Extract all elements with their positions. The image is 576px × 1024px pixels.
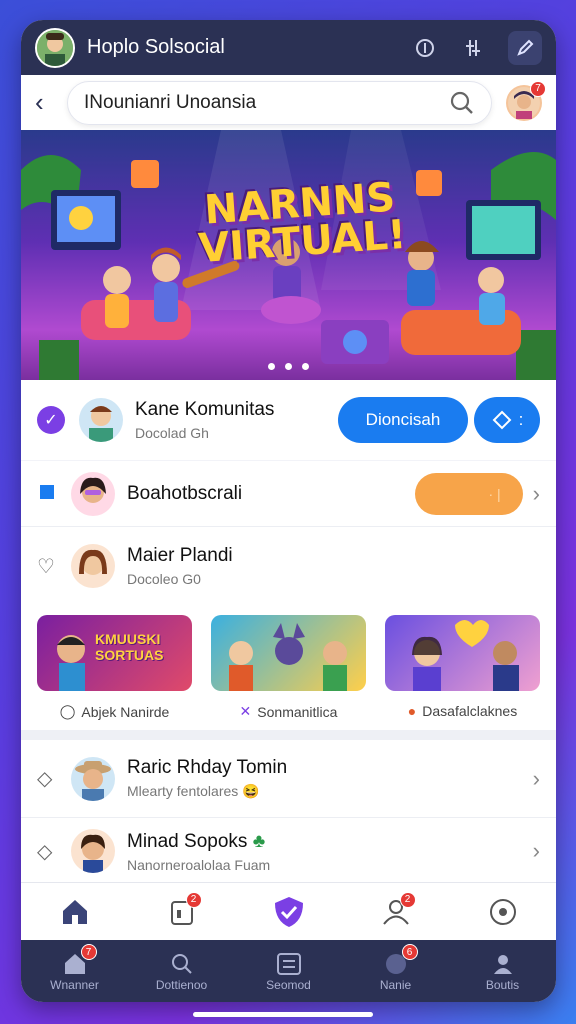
more-dots: : [518,410,524,429]
thumbnail-image [385,615,540,691]
thumbnail-image: KMUUSKI SORTUAS [37,615,192,691]
search-icon [170,950,194,978]
member-name: Maier Plandi [127,545,233,566]
dock-label: Wnanner [50,978,99,992]
share-button[interactable]: : [474,397,540,443]
dock-item-menu[interactable]: Seomod [249,950,329,992]
dock-item-home[interactable]: 7 Wnanner [35,944,115,992]
app-title: Hoplo Solsocial [87,36,225,58]
settings-icon[interactable] [483,892,523,932]
member-name: Minad Sopoks ♣ [127,831,266,852]
member-sub: Mlearty fentolares 😆 [127,783,260,799]
tag-icon: ◇ [37,840,53,863]
emoji-icon: 😆 [242,783,260,799]
thumbnail-title: KMUUSKI SORTUAS [95,631,164,663]
list-item[interactable]: ◇ Raric Rhday Tomin Mlearty fentolares 😆… [21,740,556,818]
notification-badge: 7 [530,80,546,97]
info-icon[interactable] [412,35,438,61]
notification-badge: 2 [185,891,202,908]
system-dock: 7 Wnanner Dottienoo Seomod 6 Nanie Bouti… [21,940,556,1002]
tag-icon: ◇ [37,768,53,790]
member-sub: Docoleo G0 [127,571,201,587]
back-arrow-icon[interactable]: ‹ [35,87,63,118]
edit-icon[interactable] [508,30,542,65]
notification-badge: 2 [399,891,416,908]
search-icon[interactable] [449,90,475,116]
list-item[interactable]: Boahotbscrali · | › [21,461,556,527]
thumbnail-card[interactable]: ● Dasafalclaknes [385,615,540,720]
community-avatar [79,398,123,442]
user-icon [491,950,515,978]
leaf-icon: ♣ [252,831,266,852]
dock-label: Boutis [485,978,520,992]
dock-label: Seomod [266,978,311,992]
dock-item-search[interactable]: Dottienoo [142,950,222,992]
thumbnail-label: Abjek Nanirde [81,703,170,720]
banner-headline: NARNNS VIRTUAL! [196,174,408,273]
list-item[interactable]: ◇ Minad Sopoks ♣ Nanorneroalolaa Fuam › [21,818,556,884]
home-indicator[interactable] [193,1012,373,1017]
chevron-right-icon[interactable]: › [533,481,540,507]
dock-item-profile[interactable]: Boutis [463,950,543,992]
member-avatar [71,544,115,588]
profile-avatar[interactable] [35,27,75,68]
chevron-right-icon[interactable]: › [533,766,540,792]
user-avatar[interactable]: 7 [506,80,546,121]
list-item[interactable]: ♡ Maier Plandi Docoleo G0 [21,527,556,605]
carousel-dots[interactable] [21,363,556,370]
bookmark-icon [37,481,71,507]
thumbnail-image [211,615,366,691]
follow-button[interactable]: · | [414,472,523,515]
check-icon[interactable]: ✓ [37,406,65,434]
bottom-tab-bar: 2 2 [21,882,556,940]
share-icon [492,410,512,430]
member-avatar [71,471,115,516]
members-card: Boahotbscrali · | › ♡ Maier Plandi Docol… [21,461,556,884]
community-name: Kane Komunitas [135,399,275,420]
divider [21,730,556,740]
comment-icon: ◯ [59,703,76,719]
menu-icon [276,950,302,978]
app-window: Hoplo Solsocial ‹ INounianri Unoansia 7 [21,20,556,1002]
search-input[interactable]: INounianri Unoansia [67,80,492,125]
like-icon: ♡ [37,555,55,578]
chevron-right-icon[interactable]: › [533,838,540,864]
discover-button[interactable]: Dioncisah [338,397,468,443]
notification-badge: 7 [80,944,97,960]
top-bar: Hoplo Solsocial [21,20,556,75]
thumbnail-label: Dasafalclaknes [422,703,518,719]
member-name: Raric Rhday Tomin [127,757,288,778]
dock-label: Dottienoo [155,978,208,992]
check-shield-icon[interactable] [269,892,309,932]
member-sub: Nanorneroalolaa Fuam [127,857,271,871]
home-icon[interactable] [55,892,95,932]
dock-item-notifications[interactable]: 6 Nanie [356,944,436,992]
search-value: INounianri Unoansia [84,91,257,113]
thumbnail-card[interactable]: KMUUSKI SORTUAS ◯ Abjek Nanirde [37,615,192,720]
dock-label: Nanie [379,978,412,992]
hero-banner[interactable]: NARNNS VIRTUAL! [21,130,556,380]
search-row: ‹ INounianri Unoansia 7 [21,75,556,130]
thumbnail-label: Sonmanitlica [257,703,338,720]
group-icon: ✕ [239,703,252,719]
community-row[interactable]: ✓ Kane Komunitas Docolad Gh Dioncisah : [21,380,556,460]
settings-sliders-icon[interactable] [460,35,486,61]
profile-icon[interactable]: 2 [376,891,416,932]
notification-badge: 6 [401,944,418,960]
member-avatar [71,829,115,873]
thumbnail-strip: KMUUSKI SORTUAS ◯ Abjek Nanirde ✕ Sonmanit… [21,605,556,720]
community-icon: ● [407,703,417,719]
member-name: Boahotbscrali [127,482,243,504]
calendar-icon[interactable]: 2 [162,891,202,932]
community-sub: Docolad Gh [135,425,209,441]
member-avatar [71,756,115,801]
thumbnail-card[interactable]: ✕ Sonmanitlica [211,615,366,720]
